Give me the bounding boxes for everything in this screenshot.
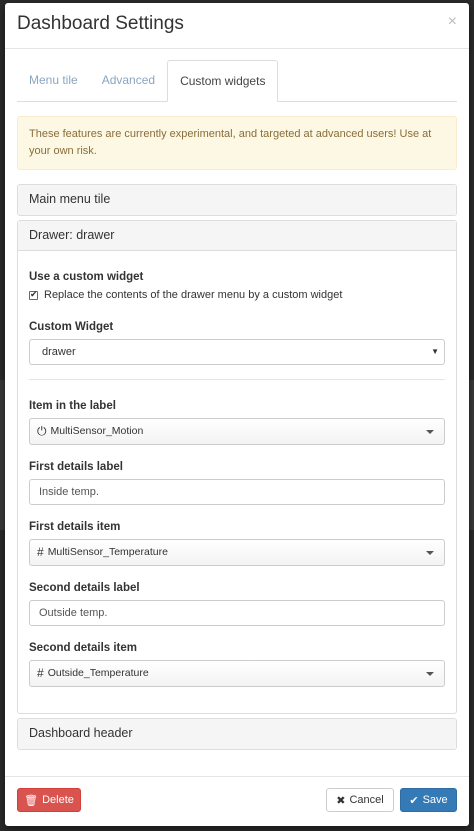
item-in-label-select[interactable]: ⏻ MultiSensor_Motion bbox=[29, 418, 445, 445]
tab-bar: Menu tile Advanced Custom widgets bbox=[17, 60, 457, 102]
field-item-in-label: Item in the label ⏻ MultiSensor_Motion bbox=[29, 400, 445, 445]
field-first-details-item: First details item # MultiSensor_Tempera… bbox=[29, 521, 445, 566]
replace-contents-checkbox-label[interactable]: Replace the contents of the drawer menu … bbox=[44, 289, 342, 301]
trash-icon: 🗑 bbox=[24, 794, 39, 807]
panel-main-menu-tile: Main menu tile bbox=[17, 184, 457, 216]
modal-header: Dashboard Settings × bbox=[5, 3, 469, 49]
divider bbox=[29, 379, 445, 380]
first-details-label-label: First details label bbox=[29, 461, 123, 473]
second-details-item-select[interactable]: # Outside_Temperature bbox=[29, 660, 445, 687]
hash-icon: # bbox=[37, 545, 44, 559]
tab-advanced[interactable]: Advanced bbox=[90, 60, 167, 101]
tab-custom-widgets[interactable]: Custom widgets bbox=[167, 60, 279, 102]
second-details-label-label: Second details label bbox=[29, 582, 140, 594]
dashboard-settings-dialog: Dashboard Settings × Menu tile Advanced … bbox=[5, 3, 469, 826]
delete-button-label: Delete bbox=[42, 794, 74, 806]
chevron-down-icon: ▼ bbox=[431, 347, 439, 356]
use-custom-widget-label: Use a custom widget bbox=[29, 271, 144, 283]
first-details-item-label: First details item bbox=[29, 521, 121, 533]
first-details-item-select[interactable]: # MultiSensor_Temperature bbox=[29, 539, 445, 566]
modal-footer: 🗑 Delete ✖ Cancel ✔ Save bbox=[5, 776, 469, 826]
delete-button[interactable]: 🗑 Delete bbox=[17, 788, 81, 812]
second-details-item-value: Outside_Temperature bbox=[47, 667, 149, 679]
item-in-label-label: Item in the label bbox=[29, 400, 116, 412]
tab-menu-tile[interactable]: Menu tile bbox=[17, 60, 90, 101]
cancel-button[interactable]: ✖ Cancel bbox=[326, 788, 394, 812]
modal-body: Menu tile Advanced Custom widgets These … bbox=[5, 50, 469, 776]
experimental-warning: These features are currently experimenta… bbox=[17, 116, 457, 170]
panel-heading-main-menu-tile[interactable]: Main menu tile bbox=[18, 185, 456, 215]
first-details-item-value: MultiSensor_Temperature bbox=[47, 546, 168, 558]
first-details-label-input[interactable] bbox=[29, 479, 445, 505]
panel-heading-dashboard-header[interactable]: Dashboard header bbox=[18, 719, 456, 749]
modal-title: Dashboard Settings bbox=[17, 13, 184, 34]
custom-widget-label: Custom Widget bbox=[29, 321, 114, 333]
panel-drawer: Drawer: drawer Use a custom widget Repla… bbox=[17, 220, 457, 714]
close-icon[interactable]: × bbox=[448, 13, 457, 31]
panel-dashboard-header: Dashboard header bbox=[17, 718, 457, 750]
custom-widget-select-value: drawer bbox=[42, 346, 76, 358]
save-button-label: Save bbox=[422, 794, 448, 806]
replace-contents-checkbox[interactable] bbox=[29, 289, 38, 300]
cancel-button-label: Cancel bbox=[349, 794, 384, 806]
field-first-details-label: First details label bbox=[29, 461, 445, 505]
item-in-label-value: MultiSensor_Motion bbox=[50, 425, 144, 437]
caret-down-icon bbox=[426, 430, 434, 434]
custom-widget-select[interactable]: drawer ▼ bbox=[29, 339, 445, 365]
replace-contents-row: Replace the contents of the drawer menu … bbox=[29, 289, 445, 301]
field-second-details-item: Second details item # Outside_Temperatur… bbox=[29, 642, 445, 687]
panel-body-drawer: Use a custom widget Replace the contents… bbox=[18, 251, 456, 713]
caret-down-icon bbox=[426, 672, 434, 676]
second-details-label-input[interactable] bbox=[29, 600, 445, 626]
panel-heading-drawer[interactable]: Drawer: drawer bbox=[18, 221, 456, 251]
power-icon: ⏻ bbox=[37, 424, 47, 438]
hash-icon: # bbox=[37, 666, 44, 680]
save-button[interactable]: ✔ Save bbox=[400, 788, 457, 812]
close-icon: ✖ bbox=[336, 794, 346, 807]
field-second-details-label: Second details label bbox=[29, 582, 445, 626]
check-icon: ✔ bbox=[409, 794, 419, 807]
caret-down-icon bbox=[426, 551, 434, 555]
second-details-item-label: Second details item bbox=[29, 642, 138, 654]
